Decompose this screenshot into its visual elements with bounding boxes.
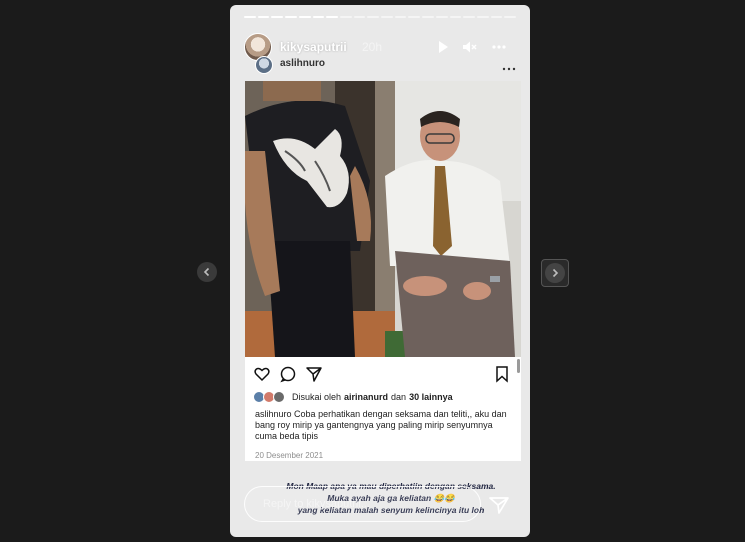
likes-count[interactable]: 30 lainnya [409, 392, 453, 402]
shared-post[interactable]: Disukai oleh airinanurd dan 30 lainnya a… [245, 81, 521, 461]
story-header: kikysaputrii 20h aslihnuro [244, 33, 516, 75]
progress-segment [394, 16, 407, 18]
next-story-button[interactable] [541, 259, 569, 287]
chevron-left-icon [203, 267, 210, 277]
story-progress-bar [244, 16, 517, 18]
progress-segment [298, 16, 311, 18]
progress-segment [271, 16, 284, 18]
progress-segment [244, 16, 256, 18]
progress-segment [339, 16, 352, 18]
reply-input[interactable] [261, 497, 465, 511]
heart-icon[interactable] [253, 365, 271, 383]
progress-segment [504, 16, 517, 18]
shared-from-username[interactable]: aslihnuro [280, 58, 325, 69]
likes-summary[interactable]: Disukai oleh airinanurd dan 30 lainnya [253, 391, 453, 403]
previous-story-button[interactable] [197, 262, 217, 282]
comment-icon[interactable] [279, 365, 297, 383]
post-actions [253, 365, 513, 383]
progress-segment [367, 16, 380, 18]
story-viewer[interactable]: kikysaputrii 20h aslihnuro Disukai oleh … [230, 5, 530, 537]
reply-box[interactable] [244, 486, 481, 522]
progress-segment [312, 16, 325, 18]
progress-segment [490, 16, 503, 18]
likes-user[interactable]: airinanurd [344, 392, 388, 402]
progress-segment [285, 16, 297, 18]
post-more-icon[interactable] [502, 65, 516, 73]
progress-segment [449, 16, 462, 18]
liker-avatar [273, 391, 285, 403]
chevron-right-icon [552, 268, 559, 278]
author-username[interactable]: kikysaputrii [280, 40, 347, 54]
post-scrollbar[interactable] [517, 359, 520, 373]
post-date: 20 Desember 2021 [255, 451, 324, 460]
play-icon[interactable] [434, 38, 452, 56]
progress-segment [435, 16, 448, 18]
send-icon[interactable] [488, 494, 510, 516]
caption-text: Coba perhatikan dengan seksama dan telit… [255, 409, 507, 441]
progress-segment [257, 16, 270, 18]
bookmark-icon[interactable] [493, 365, 511, 383]
more-icon[interactable] [490, 38, 508, 56]
shared-from-avatar[interactable] [255, 56, 273, 74]
progress-segment [422, 16, 434, 18]
progress-segment [476, 16, 489, 18]
caption-username[interactable]: aslihnuro [255, 409, 292, 419]
likes-prefix: Disukai oleh [292, 392, 342, 402]
progress-segment [463, 16, 475, 18]
progress-segment [326, 16, 338, 18]
progress-segment [353, 16, 366, 18]
post-photo [245, 81, 521, 357]
story-time: 20h [362, 40, 383, 54]
post-caption: aslihnuro Coba perhatikan dengan seksama… [255, 409, 517, 442]
progress-segment [408, 16, 421, 18]
progress-segment [381, 16, 393, 18]
share-icon[interactable] [305, 365, 323, 383]
likes-connector: dan [391, 392, 407, 402]
mute-icon[interactable] [460, 38, 478, 56]
